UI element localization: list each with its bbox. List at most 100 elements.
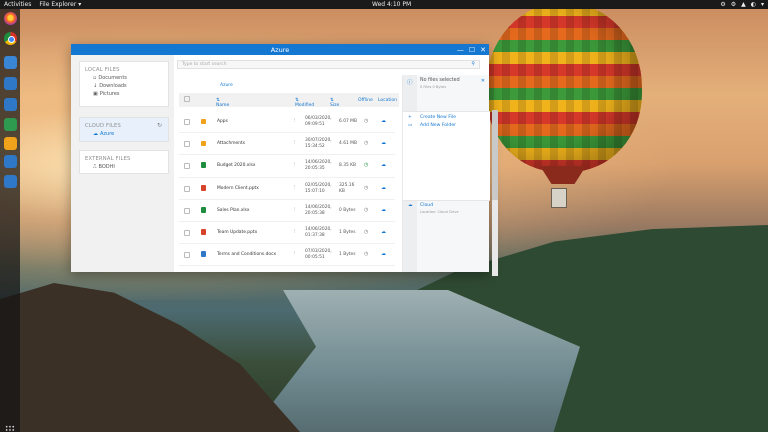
create-new-file-button[interactable]: Create New File (420, 115, 456, 120)
details-actions: + Create New File ▭ Add New Folder (403, 111, 490, 201)
cloud-icon: ☁ (381, 184, 386, 191)
offline-clock-icon[interactable]: ◷ (364, 229, 368, 235)
cloud-icon: ☁ (381, 228, 386, 235)
table-row[interactable]: Apps ⋮ 06/03/2020, 09:09:51 6.07 MB ◷ ☁ (179, 111, 395, 134)
close-icon[interactable]: ✕ (480, 46, 486, 54)
file-manager-icon[interactable] (4, 56, 17, 69)
row-checkbox[interactable] (184, 229, 190, 236)
column-name[interactable]: Name ⇅ (216, 98, 229, 108)
spreadsheet-file-icon (201, 162, 206, 169)
home-icon[interactable] (4, 77, 17, 90)
sidebar-item-label: Azure (100, 131, 115, 137)
row-checkbox[interactable] (184, 252, 190, 259)
sidebar-item-pictures[interactable]: ▣ Pictures (80, 89, 168, 97)
offline-clock-icon[interactable]: ◷ (364, 118, 368, 124)
row-checkbox[interactable] (184, 119, 190, 125)
offline-clock-icon[interactable]: ◷ (364, 140, 368, 146)
window-titlebar[interactable]: Azure — ☐ ✕ (71, 44, 489, 55)
scrollbar-thumb[interactable] (492, 110, 498, 200)
app-grid-icon[interactable] (5, 425, 15, 432)
plus-icon[interactable]: + (408, 115, 412, 120)
folder-plus-icon[interactable]: ▭ (408, 123, 412, 128)
people-icon[interactable] (4, 175, 17, 188)
status-icon[interactable]: ⚙ (731, 1, 736, 8)
offline-clock-icon[interactable]: ◷ (364, 251, 368, 257)
minimize-icon[interactable]: — (457, 46, 464, 54)
chevron-down-icon[interactable]: ▾ (761, 1, 764, 8)
more-options-icon[interactable]: ⋮ (292, 162, 296, 167)
status-icon[interactable]: ⚙ (720, 1, 725, 8)
mail-icon[interactable] (4, 155, 17, 168)
dock (0, 9, 20, 432)
column-modified[interactable]: Modified ⇅ (295, 98, 314, 108)
offline-clock-icon[interactable]: ◷ (364, 185, 368, 191)
sidebar-item-bodhi[interactable]: ⎍ BODHI (80, 162, 168, 170)
external-files-section: EXTERNAL FILES ⎍ BODHI (79, 150, 169, 174)
more-options-icon[interactable]: ⋮ (292, 229, 296, 234)
sidebar-item-azure[interactable]: ☁ Azure (80, 129, 168, 137)
more-options-icon[interactable]: ⋮ (292, 140, 296, 145)
file-name: Team Update.pptx (217, 229, 258, 235)
activities-button[interactable]: Activities (4, 1, 31, 8)
folder-icon: ▫ (93, 75, 97, 81)
details-pane: ⓘ No files selected 0 Files 0 Bytes ✕ + … (402, 75, 490, 272)
cloud-icon: ☁ (381, 140, 386, 147)
file-name: Sales Plan.xlsx (217, 207, 250, 213)
row-checkbox[interactable] (184, 141, 190, 148)
file-size: 1 Bytes (339, 252, 356, 258)
row-checkbox[interactable] (184, 185, 190, 192)
document-file-icon (201, 251, 206, 258)
file-size: 1 Bytes (339, 229, 356, 235)
sidebar-item-label: Documents (98, 75, 127, 81)
file-name: Apps (217, 119, 228, 124)
firefox-icon[interactable] (4, 12, 17, 25)
more-options-icon[interactable]: ⋮ (292, 118, 296, 123)
table-row[interactable]: Sales Plan.xlsx ⋮ 14/06/2020, 20:05:38 0 … (179, 200, 395, 222)
sidebar-item-downloads[interactable]: ↓ Downloads (80, 81, 168, 89)
table-row[interactable]: Terms and Conditions.docx ⋮ 07/03/2020, 0… (179, 244, 395, 267)
table-row[interactable]: Team Update.pptx ⋮ 14/06/2020, 01:37:38 1… (179, 222, 395, 245)
usb-icon: ⎍ (93, 164, 97, 170)
more-options-icon[interactable]: ⋮ (292, 251, 296, 256)
row-checkbox[interactable] (184, 207, 190, 214)
status-area[interactable]: ⚙ ⚙ ▲ ◐ ▾ (720, 1, 764, 8)
sidebar: LOCAL FILES ▫ Documents ↓ Downloads ▣ Pi… (71, 55, 174, 272)
search-icon[interactable]: ⚲ (471, 61, 475, 67)
clock[interactable]: Wed 4:10 PM (372, 1, 411, 8)
local-files-header: LOCAL FILES (85, 67, 120, 73)
close-icon[interactable]: ✕ (481, 78, 485, 84)
power-icon[interactable]: ◐ (751, 1, 756, 8)
row-checkbox[interactable] (184, 163, 190, 170)
maximize-icon[interactable]: ☐ (469, 46, 475, 54)
add-new-folder-button[interactable]: Add New Folder (420, 123, 456, 128)
sidebar-item-label: BODHI (98, 164, 115, 170)
file-list-scrollbar[interactable] (492, 110, 498, 276)
offline-clock-icon[interactable]: ◷ (364, 207, 368, 213)
details-location[interactable]: Cloud (420, 203, 433, 208)
select-all-checkbox[interactable] (184, 96, 190, 102)
presentation-icon[interactable] (4, 137, 17, 150)
chrome-icon[interactable] (4, 32, 17, 45)
column-size[interactable]: Size ⇅ (330, 98, 339, 108)
refresh-icon[interactable]: ↻ (157, 122, 162, 129)
sidebar-item-label: Downloads (99, 83, 127, 89)
wallpaper-balloon (486, 2, 642, 172)
file-size: 0 Bytes (339, 207, 356, 213)
table-row[interactable]: Attachments ⋮ 30/07/2020, 15:34:52 4.61 M… (179, 133, 395, 156)
search-input[interactable]: Type to start search ⚲ (177, 60, 480, 69)
offline-clock-icon[interactable]: ◷ (364, 162, 368, 168)
network-icon[interactable]: ▲ (741, 1, 746, 8)
sidebar-item-documents[interactable]: ▫ Documents (80, 73, 168, 81)
file-list-pane: Type to start search ⚲ Azure Name ⇅ Modi… (174, 55, 498, 276)
breadcrumb[interactable]: Azure (220, 83, 233, 88)
cloud-icon: ☁ (381, 206, 386, 213)
document-icon[interactable] (4, 98, 17, 111)
more-options-icon[interactable]: ⋮ (292, 207, 296, 212)
spreadsheet-icon[interactable] (4, 118, 17, 131)
column-offline[interactable]: Offline (358, 98, 373, 103)
table-row[interactable]: Modern Client.pptx ⋮ 02/05/2020, 15:07:10… (179, 178, 395, 200)
app-menu-button[interactable]: File Explorer ▾ (39, 1, 81, 8)
more-options-icon[interactable]: ⋮ (292, 185, 296, 190)
table-row[interactable]: Budget 2020.xlsx ⋮ 14/06/2020, 20:05:35 8… (179, 155, 395, 178)
column-location[interactable]: Location (378, 98, 397, 103)
